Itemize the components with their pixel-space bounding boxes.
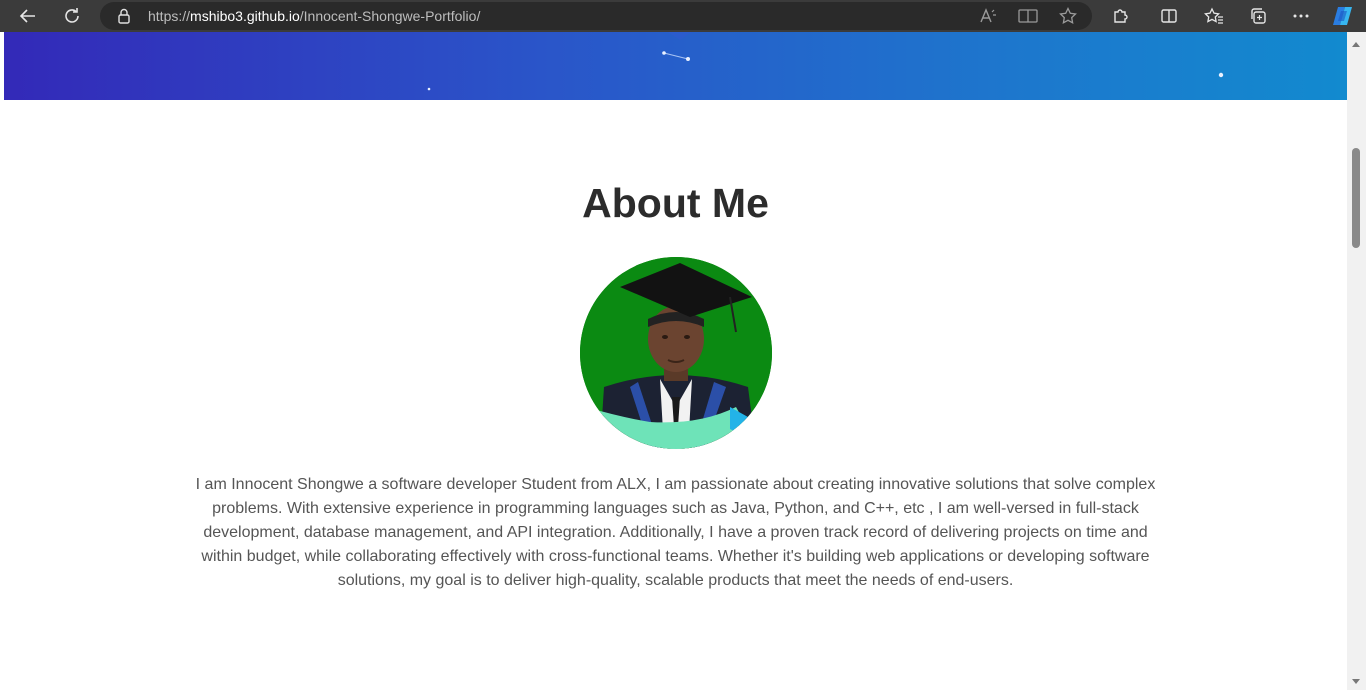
address-bar[interactable]: https://mshibo3.github.io/Innocent-Shong…: [100, 2, 1092, 30]
scroll-down-icon[interactable]: [1352, 679, 1360, 684]
more-icon[interactable]: [1289, 4, 1313, 28]
refresh-icon[interactable]: [60, 4, 84, 28]
url-text[interactable]: https://mshibo3.github.io/Innocent-Shong…: [148, 2, 480, 30]
immersive-reader-icon[interactable]: [1018, 6, 1038, 26]
favorites-icon[interactable]: [1202, 4, 1226, 28]
scrollbar-thumb[interactable]: [1352, 148, 1360, 248]
scrollbar[interactable]: [1347, 32, 1366, 690]
particles-decoration: [427, 32, 1224, 91]
scroll-up-icon[interactable]: [1352, 42, 1360, 47]
profile-photo: [580, 257, 772, 449]
page-content: About Me I am Innocent Shongwe a softwar…: [4, 32, 1347, 690]
read-aloud-icon[interactable]: [978, 6, 998, 26]
star-icon[interactable]: [1058, 6, 1078, 26]
back-arrow-icon[interactable]: [16, 4, 40, 28]
browser-toolbar: https://mshibo3.github.io/Innocent-Shong…: [0, 0, 1366, 32]
hero-banner: [4, 32, 1347, 100]
puzzle-icon[interactable]: [1109, 4, 1133, 28]
lock-icon[interactable]: [116, 7, 132, 30]
about-description: I am Innocent Shongwe a software develop…: [195, 476, 1156, 589]
split-screen-icon[interactable]: [1157, 4, 1181, 28]
copilot-icon[interactable]: [1331, 4, 1355, 28]
about-title: About Me: [582, 180, 769, 226]
collections-icon[interactable]: [1246, 4, 1270, 28]
